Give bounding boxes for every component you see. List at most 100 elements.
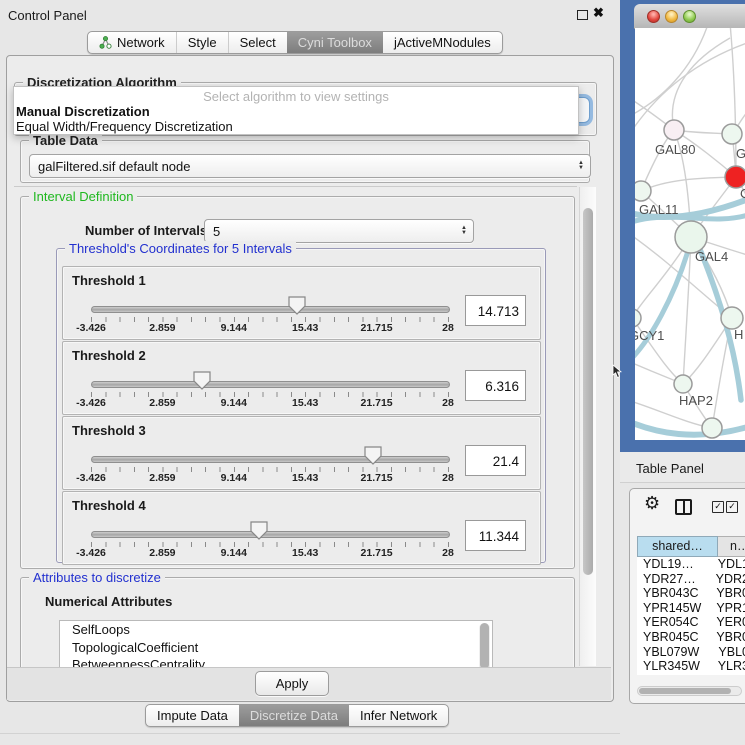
threshold-3-slider-thumb[interactable]	[364, 446, 382, 465]
threshold-1-value-field[interactable]: 14.713	[465, 295, 526, 326]
tab-select-label: Select	[240, 35, 276, 50]
algorithm-option-manual[interactable]: Manual Discretization	[14, 104, 578, 119]
table-row[interactable]: YER054CYER0	[637, 615, 745, 630]
cell-shared-name[interactable]: YLR345W	[637, 659, 708, 674]
cell-shared-name[interactable]: YDL19…	[637, 557, 708, 572]
threshold-1-slider-thumb[interactable]	[288, 296, 306, 315]
network-node[interactable]	[635, 309, 641, 327]
cell-name[interactable]: YPR1	[706, 601, 745, 616]
slider-tick-labels: -3.4262.8599.14415.4321.71528	[91, 322, 448, 335]
algorithm-option-equal-width[interactable]: Equal Width/Frequency Discretization	[14, 119, 578, 134]
numerical-attributes-list[interactable]: SelfLoopsTopologicalCoefficientBetweenne…	[59, 620, 493, 667]
network-node[interactable]	[725, 166, 745, 188]
cell-name[interactable]: YBR0	[706, 630, 745, 645]
cell-shared-name[interactable]: YPR145W	[637, 601, 706, 616]
table-row[interactable]: YLR345WYLR3	[637, 659, 745, 674]
tab-network[interactable]: Network	[88, 32, 176, 53]
settings-vertical-scrollbar[interactable]	[579, 187, 596, 666]
number-of-intervals-combobox[interactable]: 5 ▲ ▼	[204, 219, 474, 243]
table-row[interactable]: YIL052CYIL0	[637, 674, 745, 675]
close-traffic-light[interactable]	[647, 10, 660, 23]
table-rows[interactable]: YDL19…YDL1YDR27…YDR2YBR043CYBR0YPR145WYP…	[637, 557, 745, 675]
tab-discretize-data[interactable]: Discretize Data	[239, 705, 349, 726]
close-icon[interactable]: ✖	[593, 5, 604, 21]
cell-shared-name[interactable]: YBR045C	[637, 630, 706, 645]
threshold-2-slider-track[interactable]	[91, 381, 450, 388]
attribute-list-item[interactable]: BetweennessCentrality	[60, 656, 492, 667]
tab-jactivemnodules[interactable]: jActiveMNodules	[383, 32, 502, 53]
cell-shared-name[interactable]: YDR27…	[637, 572, 706, 587]
tab-select[interactable]: Select	[228, 32, 287, 53]
cell-shared-name[interactable]: YER054C	[637, 615, 706, 630]
attribute-list-item[interactable]: SelfLoops	[60, 621, 492, 639]
threshold-4-value-field[interactable]: 11.344	[465, 520, 526, 551]
checkbox-icon[interactable]: ✓	[712, 501, 724, 513]
table-row[interactable]: YBR045CYBR0	[637, 630, 745, 645]
attributes-list-scrollbar[interactable]	[479, 623, 490, 667]
table-data-group: Table Data galFiltered.sif default node …	[20, 140, 590, 183]
tab-impute-data[interactable]: Impute Data	[146, 705, 239, 726]
cell-name[interactable]: YIL0	[713, 674, 745, 675]
minimize-traffic-light[interactable]	[665, 10, 678, 23]
cell-name[interactable]: YDR2	[706, 572, 745, 587]
column-header-name[interactable]: n…	[718, 536, 745, 557]
cell-shared-name[interactable]: YBL079W	[637, 645, 708, 660]
tick-label: 2.859	[149, 397, 175, 409]
attributes-group-title: Attributes to discretize	[29, 570, 165, 585]
table-horizontal-scrollbar[interactable]	[637, 686, 742, 696]
algorithm-placeholder-option: Select algorithm to view settings	[14, 87, 578, 104]
number-of-intervals-label: Number of Intervals	[85, 223, 207, 238]
network-node[interactable]	[702, 418, 722, 438]
table-row[interactable]: YDL19…YDL1	[637, 557, 745, 572]
network-node[interactable]	[664, 120, 684, 140]
stepper-icon: ▲ ▼	[461, 226, 467, 236]
tab-infer-network[interactable]: Infer Network	[349, 705, 448, 726]
cell-name[interactable]: YBR0	[706, 586, 745, 601]
mouse-cursor	[612, 364, 623, 379]
threshold-4-slider-thumb[interactable]	[250, 521, 268, 540]
tab-discretize-data-label: Discretize Data	[250, 708, 338, 723]
table-row[interactable]: YBL079WYBL0	[637, 645, 745, 660]
network-view[interactable]: GAL80GACGAL11GAL4GCY1HHAP2	[635, 28, 745, 440]
cell-name[interactable]: YBL0	[708, 645, 745, 660]
column-header-shared-name[interactable]: shared…	[637, 536, 718, 557]
threshold-4-slider-track[interactable]	[91, 531, 450, 538]
stepper-icon: ▲ ▼	[578, 161, 584, 171]
threshold-3-value-field[interactable]: 21.4	[465, 445, 526, 476]
attribute-list-item[interactable]: TopologicalCoefficient	[60, 639, 492, 657]
zoom-traffic-light[interactable]	[683, 10, 696, 23]
threshold-2-slider-thumb[interactable]	[193, 371, 211, 390]
threshold-3-slider-track[interactable]	[91, 456, 450, 463]
table-row[interactable]: YPR145WYPR1	[637, 601, 745, 616]
tab-cyni-toolbox[interactable]: Cyni Toolbox	[287, 32, 383, 53]
float-window-icon[interactable]	[577, 10, 588, 20]
table-data-combobox[interactable]: galFiltered.sif default node ▲ ▼	[29, 154, 591, 178]
network-node[interactable]	[721, 307, 743, 329]
threshold-2-value-field[interactable]: 6.316	[465, 370, 526, 401]
table-row[interactable]: YBR043CYBR0	[637, 586, 745, 601]
tick-label: 21.715	[361, 547, 393, 559]
table-data-title: Table Data	[29, 133, 102, 148]
network-node[interactable]	[722, 124, 742, 144]
scrollbar-thumb[interactable]	[583, 208, 593, 575]
interval-definition-title: Interval Definition	[29, 189, 137, 204]
tab-style[interactable]: Style	[176, 32, 228, 53]
scrollbar-thumb[interactable]	[480, 623, 489, 667]
cell-name[interactable]: YDL1	[708, 557, 745, 572]
apply-button[interactable]: Apply	[255, 671, 329, 696]
tick-label: -3.426	[76, 322, 106, 334]
threshold-1-slider-track[interactable]	[91, 306, 450, 313]
table-row[interactable]: YDR27…YDR2	[637, 572, 745, 587]
network-window-titlebar[interactable]	[634, 4, 745, 29]
cell-shared-name[interactable]: YIL052C	[637, 674, 713, 675]
cell-name[interactable]: YLR3	[708, 659, 745, 674]
column-layout-icon[interactable]	[675, 499, 692, 515]
cell-shared-name[interactable]: YBR043C	[637, 586, 706, 601]
network-node[interactable]	[635, 181, 651, 201]
scrollbar-thumb[interactable]	[639, 688, 731, 694]
network-node-label: GA	[736, 146, 745, 161]
checkbox-icon[interactable]: ✓	[726, 501, 738, 513]
gear-icon[interactable]: ⚙	[644, 493, 660, 514]
network-node[interactable]	[674, 375, 692, 393]
cell-name[interactable]: YER0	[706, 615, 745, 630]
